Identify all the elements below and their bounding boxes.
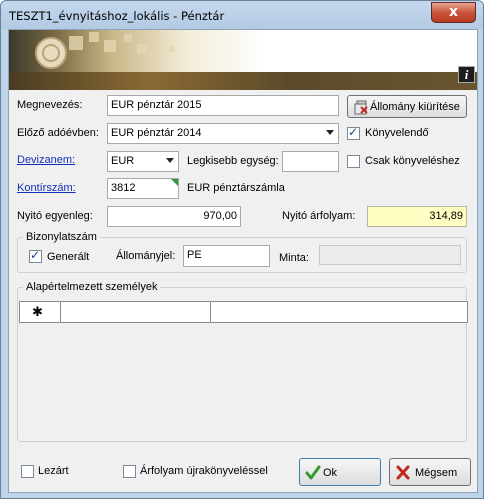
clear-file-label: Állomány kiürítése bbox=[370, 101, 460, 113]
chevron-down-icon bbox=[166, 158, 174, 163]
account-link[interactable]: Kontírszám: bbox=[17, 182, 76, 194]
generated-label: Generált bbox=[47, 251, 90, 263]
ok-label: Ok bbox=[323, 467, 338, 479]
grid-cell[interactable] bbox=[61, 302, 211, 322]
account-description: EUR pénztárszámla bbox=[187, 182, 285, 194]
dialog-client: i Megnevezés: EUR pénztár 2015 Állomány … bbox=[8, 29, 478, 493]
only-booking-label: Csak könyveléshez bbox=[365, 155, 460, 167]
opening-rate-input[interactable]: 314,89 bbox=[367, 206, 467, 227]
currency-link[interactable]: Devizanem: bbox=[17, 154, 75, 166]
voucher-group-title: Bizonylatszám bbox=[23, 231, 100, 243]
name-input[interactable]: EUR pénztár 2015 bbox=[107, 95, 339, 116]
logo-coins-icon bbox=[35, 37, 67, 69]
account-input[interactable]: 3812 bbox=[107, 178, 179, 199]
closed-checkbox[interactable] bbox=[21, 465, 34, 478]
info-icon: i bbox=[464, 67, 469, 82]
info-button[interactable]: i bbox=[458, 66, 475, 83]
window-title: TESZT1_évnyitáshoz_lokális - Pénztár bbox=[9, 9, 225, 23]
checkmark-icon bbox=[305, 465, 321, 480]
grid-cell[interactable] bbox=[211, 302, 467, 322]
chevron-down-icon bbox=[326, 130, 334, 135]
default-persons-title: Alapértelmezett személyek bbox=[23, 281, 161, 293]
sample-label: Minta: bbox=[279, 252, 309, 264]
account-value: 3812 bbox=[111, 182, 136, 194]
file-mark-label: Állományjel: bbox=[116, 250, 176, 262]
opening-balance-input[interactable]: 970,00 bbox=[107, 206, 241, 227]
opening-balance-label: Nyitó egyenleg: bbox=[17, 210, 93, 222]
lookup-marker-icon bbox=[171, 179, 178, 186]
grid-row-indicator: ✱ bbox=[20, 302, 61, 322]
prev-year-select[interactable]: EUR pénztár 2014 bbox=[107, 123, 339, 144]
close-button[interactable]: x bbox=[431, 2, 476, 23]
closed-label: Lezárt bbox=[38, 465, 69, 477]
prev-year-label: Előző adóévben: bbox=[17, 127, 99, 139]
name-label: Megnevezés: bbox=[17, 99, 83, 111]
rebook-label: Árfolyam újrakönyveléssel bbox=[140, 465, 268, 477]
persons-grid[interactable]: ✱ bbox=[19, 301, 468, 323]
close-icon: x bbox=[448, 4, 459, 20]
dialog-window: TESZT1_évnyitáshoz_lokális - Pénztár x i… bbox=[0, 0, 484, 499]
sample-input bbox=[319, 245, 461, 265]
opening-rate-label: Nyitó árfolyam: bbox=[282, 210, 356, 222]
smallest-unit-input[interactable] bbox=[282, 151, 339, 172]
only-booking-checkbox[interactable] bbox=[347, 155, 360, 168]
cancel-button[interactable]: Mégsem bbox=[389, 458, 471, 486]
prev-year-value: EUR pénztár 2014 bbox=[111, 127, 202, 139]
new-row-icon: ✱ bbox=[32, 305, 43, 320]
cancel-x-icon bbox=[396, 465, 410, 480]
smallest-unit-label: Legkisebb egység: bbox=[187, 155, 279, 167]
bookable-checkbox[interactable] bbox=[347, 125, 360, 140]
clear-file-button[interactable]: Állomány kiürítése bbox=[347, 95, 467, 118]
bookable-label: Könyvelendő bbox=[365, 127, 429, 139]
rebook-checkbox[interactable] bbox=[123, 465, 136, 478]
header-banner: i bbox=[9, 30, 477, 90]
cancel-label: Mégsem bbox=[415, 467, 458, 479]
file-mark-input[interactable]: PE bbox=[183, 245, 270, 267]
generated-checkbox[interactable] bbox=[29, 248, 42, 263]
title-bar[interactable]: TESZT1_évnyitáshoz_lokális - Pénztár x bbox=[1, 1, 483, 29]
currency-select[interactable]: EUR bbox=[107, 151, 179, 172]
currency-value: EUR bbox=[111, 155, 135, 167]
clear-file-icon bbox=[354, 100, 368, 115]
ok-button[interactable]: Ok bbox=[299, 458, 381, 486]
